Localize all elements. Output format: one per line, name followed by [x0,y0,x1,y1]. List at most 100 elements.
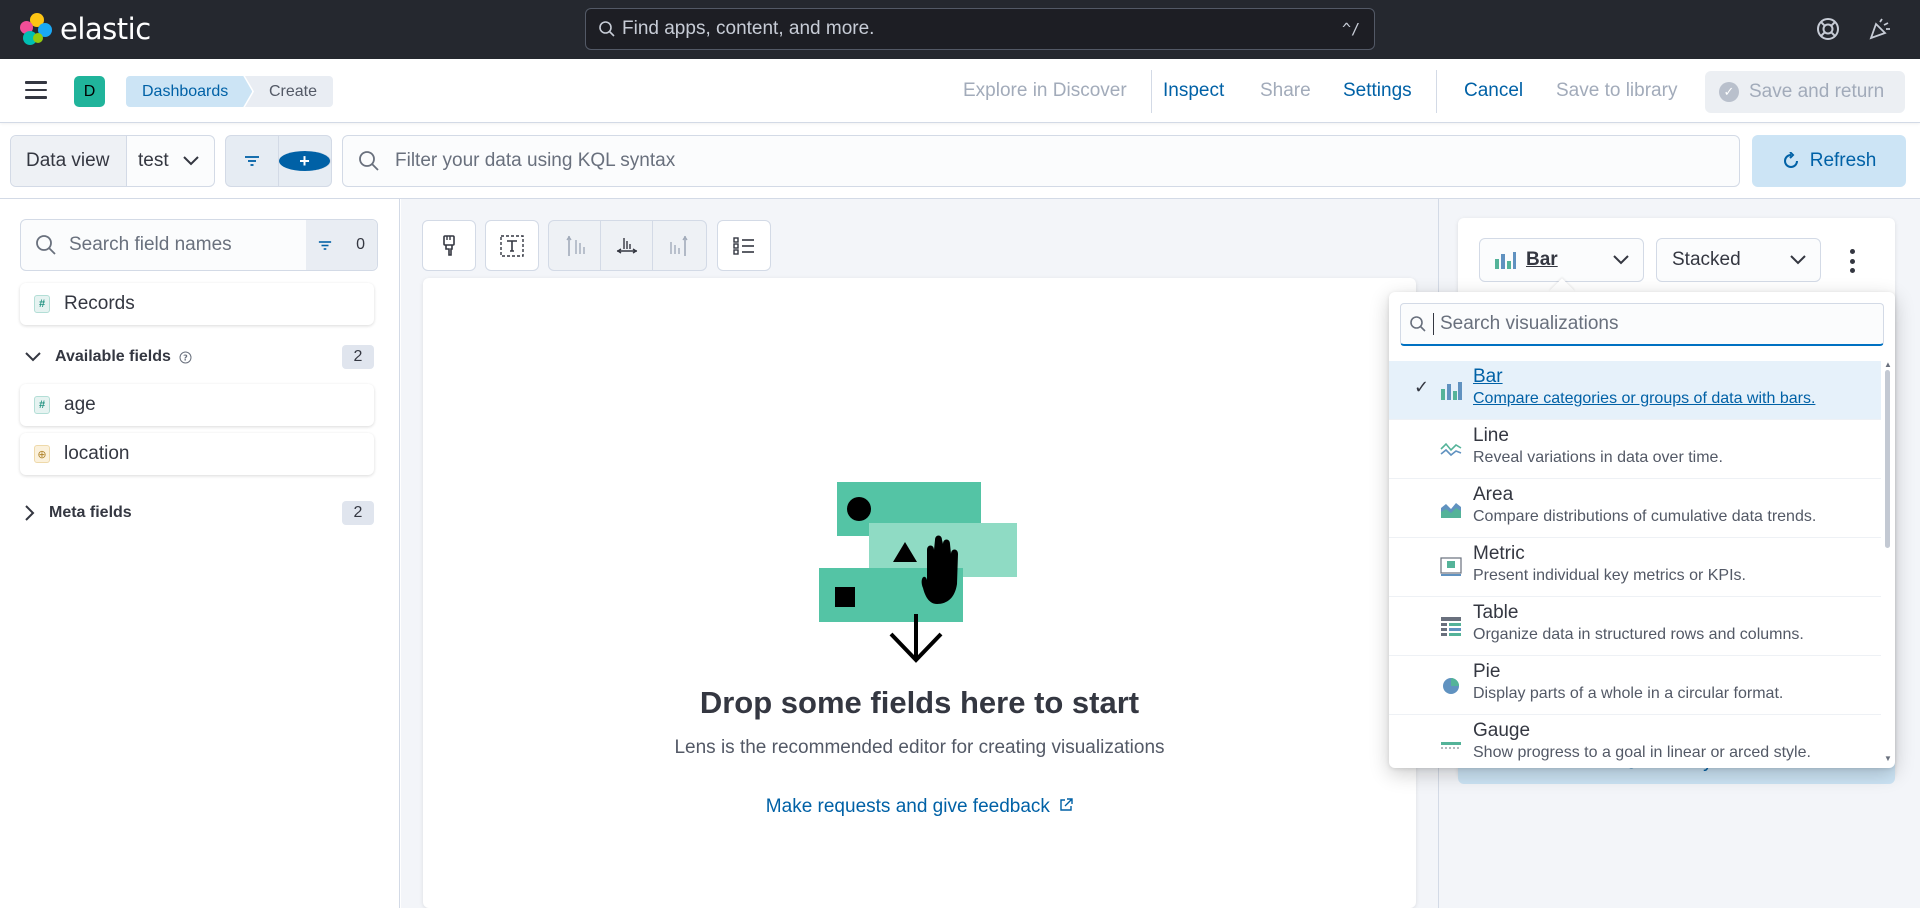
vis-option-title: Pie [1473,661,1501,682]
pie-chart-icon [1443,678,1459,694]
right-axis-button[interactable] [653,221,705,270]
kql-query-input[interactable]: Filter your data using KQL syntax [342,135,1740,187]
elastic-logo-icon [20,13,52,45]
vis-option-table[interactable]: Table Organize data in structured rows a… [1389,597,1881,656]
field-item-location[interactable]: ⊕ location [20,433,374,475]
search-visualizations-placeholder: Search visualizations [1440,313,1619,334]
legend-icon [733,236,754,255]
divider [1436,70,1437,113]
vis-option-description: Display parts of a whole in a circular f… [1473,685,1784,702]
elastic-logo[interactable]: elastic [20,12,151,46]
vis-option-title: Metric [1473,543,1525,564]
vis-option-title: Area [1473,484,1514,505]
save-and-return-button[interactable]: ✓ Save and return [1705,71,1905,113]
feedback-link[interactable]: Make requests and give feedback [423,796,1416,818]
field-item-records[interactable]: # Records [20,283,374,325]
scroll-down-arrow-icon[interactable]: ▼ [1884,754,1892,763]
stack-mode-select[interactable]: Stacked [1656,238,1821,282]
cancel-button[interactable]: Cancel [1464,80,1523,102]
vis-option-bar[interactable]: ✓ Bar Compare categories or groups of da… [1389,361,1881,420]
space-avatar[interactable]: D [74,76,105,107]
visual-options-button[interactable] [423,221,475,270]
legend-toolbar [717,220,771,271]
axis-toolbar [548,220,707,271]
more-options-icon[interactable] [1850,249,1856,273]
search-icon [36,235,56,255]
stack-mode-label: Stacked [1672,249,1741,270]
paintbrush-icon [443,234,455,256]
vis-option-description: Present individual key metrics or KPIs. [1473,567,1746,584]
field-name: age [64,394,96,415]
breadcrumb-create: Create [245,76,334,107]
available-fields-toggle[interactable]: Available fields ? [25,343,192,371]
settings-link[interactable]: Settings [1343,80,1412,102]
field-search-input[interactable]: Search field names [21,220,306,270]
left-axis-button[interactable] [549,221,601,270]
search-icon [1410,316,1426,332]
field-search-placeholder: Search field names [69,234,232,255]
data-view-value: test [138,150,169,171]
vis-option-area[interactable]: Area Compare distributions of cumulative… [1389,479,1881,538]
refresh-button[interactable]: Refresh [1752,135,1906,187]
data-view-picker[interactable]: Data view test [10,135,215,187]
search-icon [359,151,379,171]
popover-scrollbar[interactable] [1885,370,1890,548]
filter-menu-button[interactable] [226,136,279,186]
chart-type-switcher[interactable]: Bar [1479,238,1644,282]
legend-button[interactable] [718,221,770,270]
breadcrumb-dashboards[interactable]: Dashboards [126,76,252,107]
chevron-down-icon [182,156,199,166]
chevron-down-icon [25,352,41,362]
svg-text:?: ? [183,353,188,362]
available-fields-label: Available fields [55,348,171,365]
field-item-age[interactable]: # age [20,384,374,426]
bar-chart-icon [1441,382,1462,400]
external-link-icon [1060,798,1073,811]
data-view-label: Data view [11,136,127,186]
filter-icon [318,240,332,250]
refresh-icon [1783,152,1798,168]
inspect-link[interactable]: Inspect [1163,80,1224,102]
empty-state-title: Drop some fields here to start [699,685,1140,720]
filter-button-group: + [225,135,332,187]
chevron-down-icon [1790,255,1806,265]
palette-toolbar [422,220,476,271]
add-filter-button[interactable]: + [279,136,331,186]
globe-icon: ⊕ [34,445,50,463]
vis-option-title: Table [1473,602,1519,623]
search-shortcut: ^/ [1341,20,1360,38]
vis-option-description: Organize data in structured rows and col… [1473,626,1804,643]
vis-option-gauge[interactable]: Gauge Show progress to a goal in linear … [1389,715,1881,768]
meta-fields-label: Meta fields [49,504,132,521]
bottom-axis-button[interactable] [601,221,653,270]
global-search-input[interactable]: Find apps, content, and more. ^/ [585,8,1375,50]
vis-option-pie[interactable]: Pie Display parts of a whole in a circul… [1389,656,1881,715]
vis-option-title: Gauge [1473,720,1531,741]
available-fields-count: 2 [342,345,374,369]
title-toolbar [485,220,539,271]
empty-state-subtitle: Lens is the recommended editor for creat… [674,737,1165,758]
vis-option-metric[interactable]: Metric Present individual key metrics or… [1389,538,1881,597]
search-visualizations-input[interactable]: Search visualizations [1400,303,1884,346]
field-name: Records [64,293,135,314]
save-to-library-button[interactable]: Save to library [1556,80,1677,102]
explore-in-discover-link[interactable]: Explore in Discover [963,80,1127,102]
visualization-switcher-popover: Search visualizations ✓ Bar Compare cate… [1389,292,1895,768]
field-search: Search field names 0 [20,219,378,271]
scroll-up-arrow-icon[interactable]: ▲ [1884,360,1892,369]
vis-option-line[interactable]: Line Reveal variations in data over time… [1389,420,1881,479]
menu-toggle-icon[interactable] [25,81,47,99]
meta-fields-toggle[interactable]: Meta fields [25,499,132,527]
check-circle-icon: ✓ [1719,82,1739,102]
global-header: elastic Find apps, content, and more. ^/ [0,0,1920,59]
help-icon[interactable] [1815,16,1841,42]
drag-and-drop-illustration [819,482,1017,663]
field-type-filter-button[interactable]: 0 [306,220,377,270]
newsfeed-icon[interactable] [1867,16,1893,42]
axis-right-icon [670,235,688,256]
share-link[interactable]: Share [1260,80,1311,102]
text-cursor [1433,313,1434,335]
titles-and-text-button[interactable] [486,221,538,270]
chart-type-label: Bar [1526,249,1558,270]
refresh-label: Refresh [1809,150,1877,171]
